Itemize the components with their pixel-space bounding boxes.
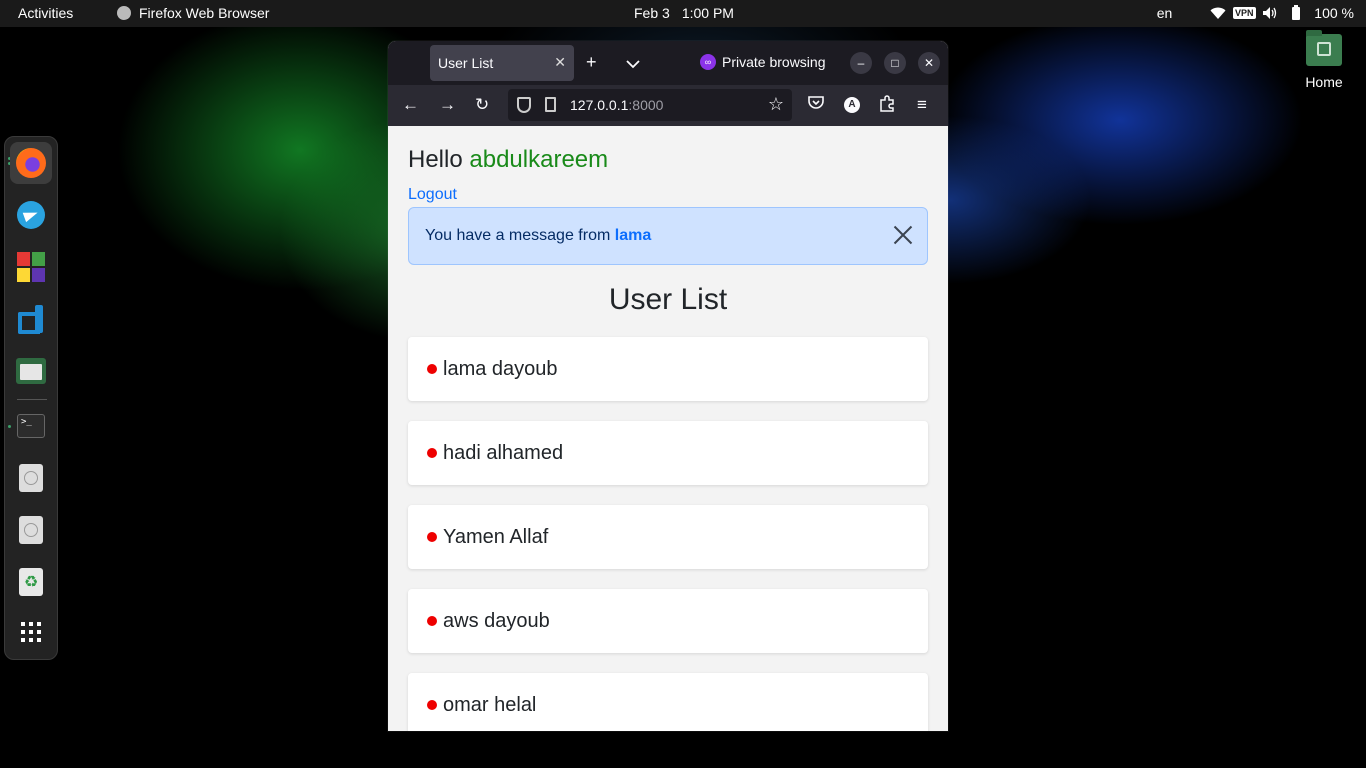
user-list-title: User List [608, 283, 728, 316]
language-indicator[interactable]: en [1157, 5, 1173, 21]
home-desktop-icon[interactable]: Home [1300, 30, 1348, 90]
greeting: Hello abdulkareem [408, 146, 608, 174]
account-icon[interactable]: A [844, 97, 860, 113]
tab-title: User List [438, 55, 494, 71]
dock-show-apps[interactable] [10, 611, 52, 653]
private-browsing-indicator: ∞ Private browsing [700, 54, 826, 70]
greeting-username: abdulkareem [469, 146, 609, 173]
show-apps-icon [21, 622, 41, 642]
new-tab-button[interactable]: + [586, 53, 597, 71]
status-dot [427, 448, 437, 458]
user-name: Yamen Allaf [443, 525, 549, 548]
telegram-icon [17, 201, 45, 229]
clock-date: Feb 3 [634, 5, 670, 21]
page-info-icon[interactable] [545, 97, 556, 112]
battery-icon [1288, 5, 1304, 20]
tab-user-list[interactable]: User List ✕ [430, 45, 574, 81]
bookmark-star-icon[interactable]: ☆ [768, 94, 784, 115]
firefox-icon [117, 6, 131, 20]
user-name: aws dayoub [443, 609, 550, 632]
greeting-text: Hello [408, 146, 463, 173]
back-button[interactable]: ← [402, 95, 419, 115]
firefox-icon [16, 148, 46, 178]
dock-firefox[interactable] [10, 142, 52, 184]
user-name: omar helal [443, 693, 537, 716]
navigation-toolbar: ← → ↻ 127.0.0.1:8000 ☆ A ≡ [388, 85, 948, 126]
menu-icon[interactable]: ≡ [917, 95, 927, 115]
url-bar[interactable]: 127.0.0.1:8000 ☆ [508, 89, 792, 121]
vpn-icon: VPN [1233, 7, 1256, 19]
page-content: Hello abdulkareem Logout You have a mess… [388, 126, 948, 731]
home-folder-icon [1306, 30, 1342, 66]
logout-link[interactable]: Logout [408, 186, 457, 204]
system-tray[interactable]: en VPN 100 % [1157, 5, 1354, 21]
alert-sender[interactable]: lama [615, 227, 651, 244]
app-menu[interactable]: Firefox Web Browser [117, 5, 269, 21]
wifi-icon [1210, 6, 1226, 20]
clock[interactable]: Feb 3 1:00 PM [634, 5, 734, 21]
home-label: Home [1305, 74, 1343, 90]
user-card[interactable]: Yamen Allaf [408, 505, 928, 569]
vscode-icon [17, 305, 45, 333]
alert-close-icon[interactable] [893, 224, 913, 244]
terminal-icon: >_ [17, 414, 45, 438]
disk-icon [19, 516, 43, 544]
top-bar: Activities Firefox Web Browser Feb 3 1:00… [0, 0, 1366, 27]
maximize-button[interactable]: □ [884, 52, 906, 74]
dock: >_ ♻ [4, 136, 58, 660]
dock-app-grid-tiles[interactable] [10, 246, 52, 288]
tracking-shield-icon[interactable] [517, 97, 531, 113]
url-host: 127.0.0.1 [570, 97, 629, 113]
user-card[interactable]: omar helal [408, 673, 928, 731]
browser-window: User List ✕ + ∞ Private browsing – □ ✕ ←… [388, 41, 948, 731]
private-label: Private browsing [722, 54, 826, 70]
dock-terminal[interactable]: >_ [10, 405, 52, 447]
status-dot [427, 364, 437, 374]
app-name: Firefox Web Browser [139, 5, 270, 21]
user-name: hadi alhamed [443, 441, 564, 464]
status-dot [427, 532, 437, 542]
dock-disk-2[interactable] [10, 509, 52, 551]
colored-tiles-icon [17, 252, 45, 282]
pocket-icon[interactable] [808, 95, 824, 116]
url-text[interactable]: 127.0.0.1:8000 [570, 97, 663, 113]
battery-percent: 100 % [1314, 5, 1354, 21]
trash-icon: ♻ [19, 568, 43, 596]
user-card[interactable]: lama dayoub [408, 337, 928, 401]
list-tabs-button[interactable] [626, 55, 640, 73]
activities-button[interactable]: Activities [18, 5, 73, 21]
user-card[interactable]: hadi alhamed [408, 421, 928, 485]
dock-disk-1[interactable] [10, 457, 52, 499]
forward-button[interactable]: → [439, 95, 456, 115]
tab-close-icon[interactable]: ✕ [554, 54, 566, 71]
reload-button[interactable]: ↻ [475, 95, 489, 115]
user-card[interactable]: aws dayoub [408, 589, 928, 653]
url-port: :8000 [628, 97, 664, 113]
minimize-button[interactable]: – [850, 52, 872, 74]
volume-icon [1262, 6, 1278, 20]
dock-separator [17, 399, 47, 400]
clock-time: 1:00 PM [681, 5, 734, 21]
dock-files[interactable] [10, 350, 52, 392]
disk-icon [19, 464, 43, 492]
extensions-icon[interactable] [879, 95, 895, 117]
dock-vscode[interactable] [10, 298, 52, 340]
close-window-button[interactable]: ✕ [918, 52, 940, 74]
private-mask-icon: ∞ [700, 54, 716, 70]
dock-trash[interactable]: ♻ [10, 561, 52, 603]
status-dot [427, 700, 437, 710]
files-icon [16, 358, 46, 384]
status-dot [427, 616, 437, 626]
tab-bar: User List ✕ + ∞ Private browsing – □ ✕ [388, 41, 948, 85]
message-alert: You have a message from lama [408, 207, 928, 265]
dock-telegram[interactable] [10, 194, 52, 236]
user-name: lama dayoub [443, 357, 558, 380]
alert-text: You have a message from [425, 227, 611, 244]
